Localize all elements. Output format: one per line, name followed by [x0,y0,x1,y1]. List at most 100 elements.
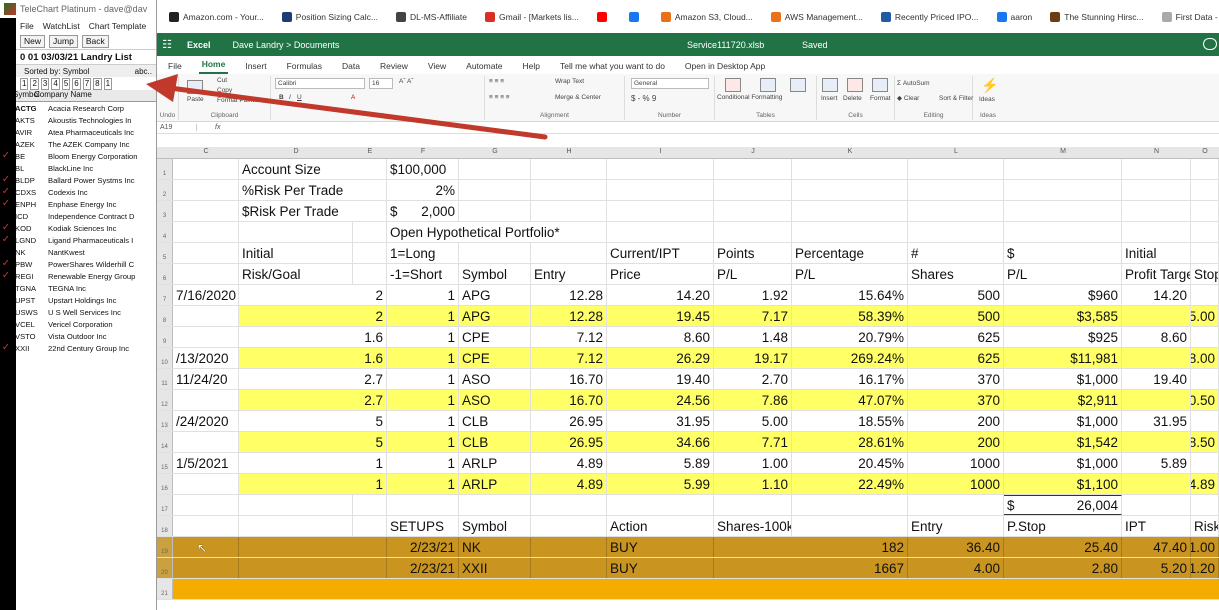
cell-e[interactable] [353,516,387,536]
cell-k[interactable]: 20.79% [792,327,908,347]
cell-i[interactable]: Current/IPT [607,243,714,263]
cell-l[interactable] [908,222,1004,242]
cell-o[interactable]: 18.00 [1191,348,1219,368]
cell-j[interactable]: Points [714,243,792,263]
bold-icon[interactable]: B [279,94,284,101]
cell-d[interactable]: 5 [239,411,387,431]
cell-d[interactable]: $Risk Per Trade [239,201,387,221]
cell-o[interactable] [1191,180,1219,200]
cell-m[interactable]: $26,004 [1004,495,1122,515]
cell-m[interactable]: $ [1004,243,1122,263]
cell-h[interactable] [531,159,607,179]
column-header[interactable]: D [239,148,353,155]
row-number[interactable]: 4 [157,222,173,242]
cell-i[interactable]: 26.29 [607,348,714,368]
watchlist-row[interactable]: ✓ ENPH Enphase Energy Inc [0,198,156,210]
font-color-icon[interactable]: A [351,94,355,101]
align-icons-2[interactable]: ≡ ≡ ≡ ≡ [489,94,510,101]
cell-c[interactable] [173,222,239,242]
clear-button[interactable]: ◆ Clear [897,94,919,102]
cell-n[interactable]: 5.89 [1122,453,1191,473]
bookmark-item[interactable]: Recently Priced IPO... [880,11,979,22]
cell-c[interactable]: 1/5/2021 [173,453,239,473]
bookmark-item[interactable]: AWS Management... [770,11,863,22]
cell-i[interactable] [607,222,714,242]
format-painter-button[interactable]: Format Painter [217,97,260,104]
column-header[interactable]: N [1122,148,1191,155]
bookmark-item[interactable]: The Stunning Hirsc... [1050,11,1144,22]
cell-h[interactable] [531,180,607,200]
cell-f[interactable]: 1 [387,285,459,305]
watchlist-row[interactable]: ✓ REGI Renewable Energy Group [0,270,156,282]
cell-n[interactable] [1122,222,1191,242]
cell-d[interactable]: 2 [239,285,387,305]
cell-k[interactable]: 20.45% [792,453,908,473]
cell-f[interactable]: 1 [387,390,459,410]
delete-cells-icon[interactable] [847,78,863,92]
cell-h[interactable]: Entry [531,264,607,284]
cell-c[interactable] [173,327,239,347]
cell-i[interactable]: 24.56 [607,390,714,410]
cell-c[interactable]: /24/2020 [173,411,239,431]
cell-g[interactable]: CLB [459,411,531,431]
cell-l[interactable]: 500 [908,285,1004,305]
cell-n[interactable] [1122,348,1191,368]
cell-n[interactable]: IPT [1122,516,1191,536]
cell-f[interactable]: 1 [387,327,459,347]
cell-f[interactable]: 1 [387,369,459,389]
tab-formulas[interactable]: Formulas [284,59,325,74]
cell-g[interactable] [459,159,531,179]
cell-j[interactable] [714,495,792,515]
wl-tab[interactable]: 5 [61,77,71,90]
cell-i[interactable] [607,201,714,221]
watchlist-row[interactable]: TGNA TEGNA Inc [0,282,156,294]
insert-cells-icon[interactable] [822,78,838,92]
cell-g[interactable]: Symbol [459,264,531,284]
row-number[interactable]: 3 [157,201,173,221]
cell-j[interactable] [714,180,792,200]
cell-g[interactable]: CPE [459,327,531,347]
cell-h[interactable] [531,495,607,515]
cell-k[interactable] [792,159,908,179]
cell-l[interactable] [908,495,1004,515]
cell-i[interactable] [607,180,714,200]
cell-g[interactable]: ARLP [459,474,531,494]
cell-l[interactable] [908,201,1004,221]
cell-l[interactable]: # [908,243,1004,263]
watchlist-row[interactable]: UPST Upstart Holdings Inc [0,294,156,306]
cell-c[interactable] [173,159,239,179]
cell-h[interactable]: 26.95 [531,432,607,452]
cell-e[interactable] [353,495,387,515]
cell-d[interactable]: 5 [239,432,387,452]
cell-f[interactable]: 1 [387,432,459,452]
cell-g[interactable] [459,180,531,200]
cell-n[interactable]: 5.20 [1122,558,1191,578]
cell-n[interactable]: 19.40 [1122,369,1191,389]
name-box[interactable]: A19 [157,124,197,131]
tell-me-search[interactable]: Tell me what you want to do [557,59,668,74]
cell-l[interactable]: 36.40 [908,537,1004,557]
watchlist-row[interactable]: USWS U S Well Services Inc [0,306,156,318]
cell-d[interactable]: %Risk Per Trade [239,180,387,200]
cell-n[interactable]: 14.20 [1122,285,1191,305]
cell-m[interactable]: $1,000 [1004,453,1122,473]
bookmark-item[interactable] [596,11,611,22]
cell-e[interactable] [353,222,387,242]
cell-i[interactable]: 34.66 [607,432,714,452]
cell-n[interactable]: Profit Targe [1122,264,1191,284]
cell-j[interactable]: Shares-100k [714,516,792,536]
column-header[interactable]: F [387,148,459,155]
merge-center-button[interactable]: Merge & Center [555,94,601,101]
row-number[interactable]: 2 [157,180,173,200]
cell-o[interactable] [1191,159,1219,179]
cell-j[interactable] [714,201,792,221]
column-header[interactable]: J [714,148,792,155]
cell-m[interactable]: $1,000 [1004,369,1122,389]
cell-h[interactable]: 26.95 [531,411,607,431]
cell-d[interactable] [239,516,353,536]
cell-k[interactable] [792,201,908,221]
watchlist-row[interactable]: ✓ KOD Kodiak Sciences Inc [0,222,156,234]
cell-k[interactable]: 47.07% [792,390,908,410]
cell-o[interactable]: 11.00 [1191,537,1219,557]
autosum-button[interactable]: Σ AutoSum [897,80,930,87]
